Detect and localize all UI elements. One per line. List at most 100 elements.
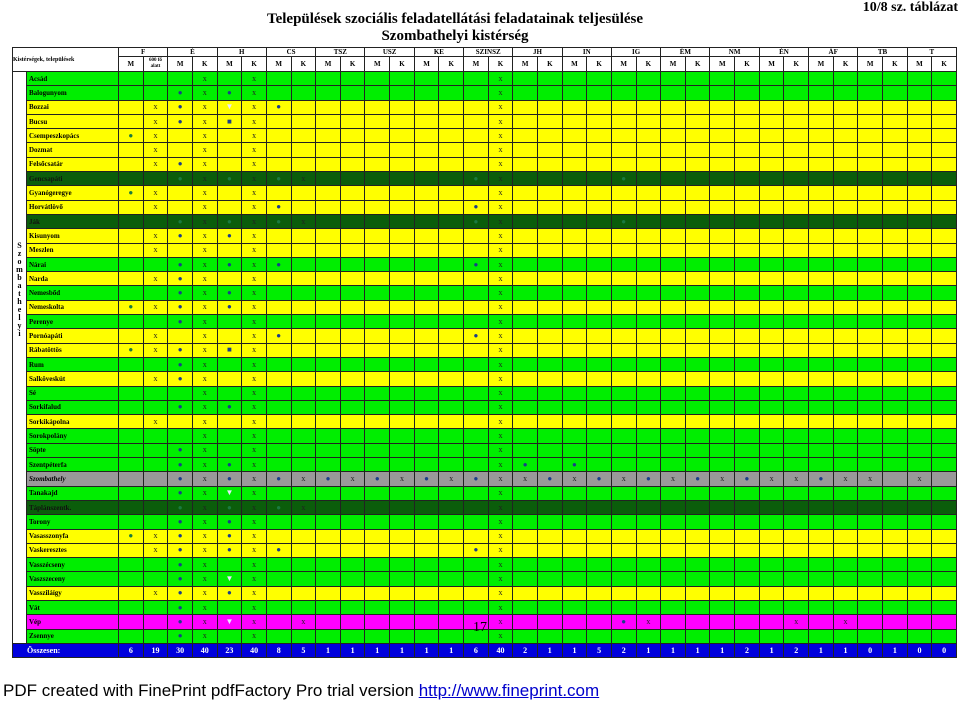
table-cell xyxy=(931,156,957,173)
table-cell xyxy=(610,514,637,530)
footer-link[interactable]: http://www.fineprint.com xyxy=(419,681,599,700)
table-cell xyxy=(167,199,193,215)
table-cell xyxy=(536,385,563,401)
table-cell xyxy=(709,142,736,158)
table-cell xyxy=(586,314,612,330)
table-cell xyxy=(808,271,834,287)
table-cell xyxy=(660,514,686,530)
table-cell xyxy=(857,457,883,473)
table-cell xyxy=(660,199,686,215)
group-header: ÉN xyxy=(758,47,810,57)
table-cell xyxy=(536,171,563,187)
table-cell xyxy=(118,457,144,473)
table-cell xyxy=(808,85,834,101)
table-cell xyxy=(290,542,317,559)
table-cell xyxy=(561,256,588,273)
table-cell xyxy=(315,228,341,244)
table-cell xyxy=(684,142,711,158)
total-cell: 5 xyxy=(586,642,612,659)
table-cell: x xyxy=(487,599,514,616)
table-cell xyxy=(512,499,538,516)
table-cell xyxy=(635,585,662,601)
table-cell xyxy=(290,371,317,387)
table-cell xyxy=(118,256,144,273)
table-cell xyxy=(561,542,588,559)
table-row: Tanakajd ● x ▼ x x xyxy=(13,485,957,501)
sub-header: K xyxy=(241,56,267,72)
table-cell xyxy=(536,142,563,158)
table-cell xyxy=(758,514,785,530)
table-cell xyxy=(586,342,612,358)
table-cell xyxy=(118,99,144,115)
table-cell: ● xyxy=(167,585,193,601)
table-cell xyxy=(684,371,711,387)
table-cell xyxy=(635,514,662,530)
sub-header: M xyxy=(561,56,588,72)
table-cell xyxy=(783,299,810,316)
table-cell xyxy=(808,171,834,187)
table-cell xyxy=(808,571,834,587)
table-cell xyxy=(906,128,933,144)
table-cell xyxy=(635,242,662,258)
table-cell xyxy=(832,542,859,559)
table-row: Felsőcsatár x ● x x x xyxy=(13,156,957,173)
table-cell: ● xyxy=(315,471,341,487)
table-cell xyxy=(758,385,785,401)
table-cell xyxy=(463,514,489,530)
table-cell: ● xyxy=(364,471,391,487)
table-cell xyxy=(463,428,489,444)
table-cell xyxy=(684,228,711,244)
table-cell xyxy=(216,314,243,330)
table-cell xyxy=(586,99,612,115)
table-cell xyxy=(339,571,366,587)
table-cell xyxy=(808,414,834,430)
table-cell xyxy=(832,442,859,459)
table-cell xyxy=(413,99,440,115)
table-cell: x xyxy=(142,371,169,387)
table-cell xyxy=(265,242,292,258)
table-cell: x xyxy=(487,171,514,187)
table-cell xyxy=(758,557,785,573)
table-cell: x xyxy=(191,328,218,344)
table-row: Gencsapáti ● x ● x ● x ● x ● xyxy=(13,171,957,187)
table-cell xyxy=(586,356,612,373)
table-cell xyxy=(512,271,538,287)
table-cell: x xyxy=(191,385,218,401)
table-cell: x xyxy=(191,242,218,258)
table-cell xyxy=(339,256,366,273)
table-cell xyxy=(265,314,292,330)
table-cell xyxy=(709,499,736,516)
table-cell xyxy=(758,242,785,258)
table-cell xyxy=(339,599,366,616)
table-cell xyxy=(216,185,243,201)
table-cell xyxy=(118,228,144,244)
table-cell xyxy=(536,213,563,230)
table-cell xyxy=(709,328,736,344)
table-cell xyxy=(857,599,883,616)
table-cell xyxy=(684,342,711,358)
table-cell xyxy=(118,442,144,459)
table-cell xyxy=(931,199,957,215)
table-cell: x xyxy=(487,128,514,144)
table-cell xyxy=(561,499,588,516)
table-cell: x xyxy=(857,471,883,487)
table-cell xyxy=(734,242,760,258)
table-cell xyxy=(783,213,810,230)
table-cell xyxy=(660,242,686,258)
table-cell xyxy=(709,314,736,330)
table-cell xyxy=(783,499,810,516)
table-cell xyxy=(512,171,538,187)
table-cell xyxy=(438,85,465,101)
table-cell xyxy=(734,85,760,101)
table-cell xyxy=(290,113,317,130)
table-cell: x xyxy=(290,213,317,230)
table-cell xyxy=(536,499,563,516)
table-cell xyxy=(290,428,317,444)
table-cell: ● xyxy=(167,299,193,316)
table-cell xyxy=(463,128,489,144)
table-cell xyxy=(734,256,760,273)
table-cell xyxy=(167,142,193,158)
table-cell: x xyxy=(191,342,218,358)
table-cell: x xyxy=(241,171,267,187)
table-cell xyxy=(315,356,341,373)
